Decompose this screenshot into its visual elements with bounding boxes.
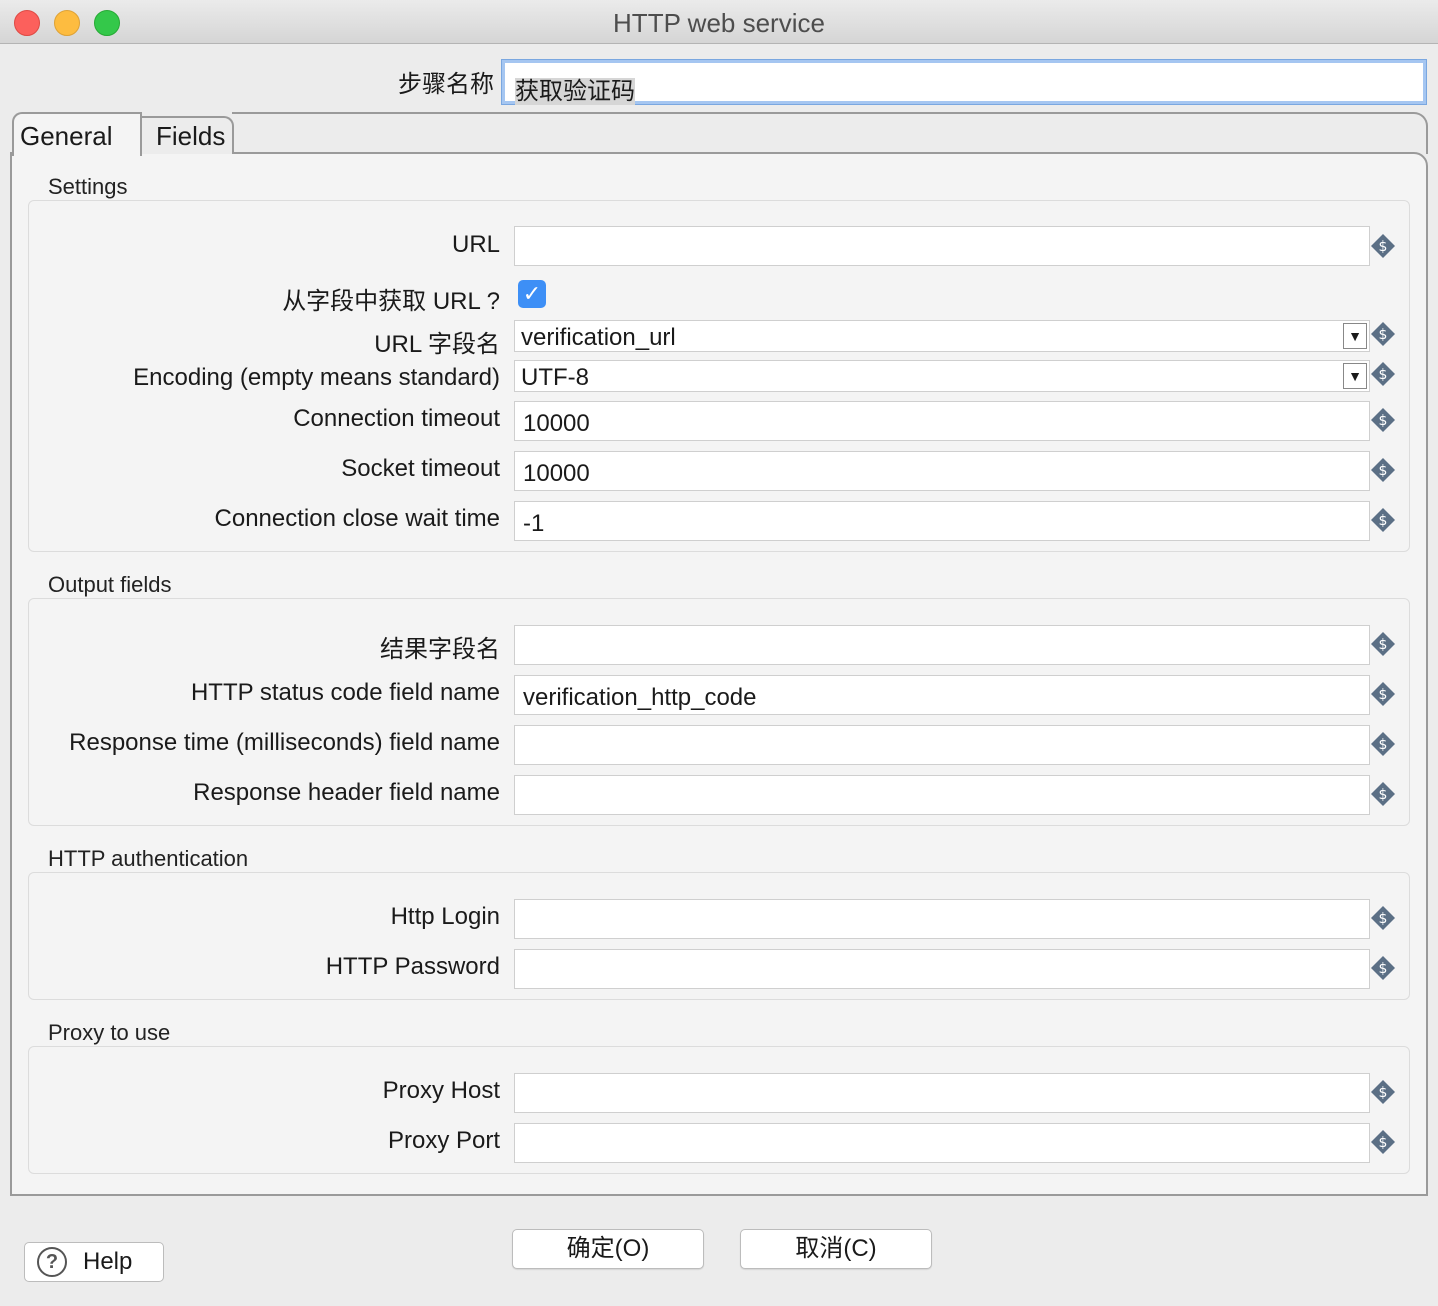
tab-general[interactable]: General xyxy=(12,112,142,156)
url-field-combo[interactable]: verification_url ▼ xyxy=(514,320,1370,352)
variable-icon[interactable]: $ xyxy=(1370,631,1396,657)
ok-button[interactable]: 确定(O) xyxy=(512,1229,704,1269)
url-label: URL xyxy=(451,231,500,258)
settings-group-title: Settings xyxy=(48,174,128,199)
window-title: HTTP web service xyxy=(613,8,825,38)
help-button-label: Help xyxy=(83,1248,133,1275)
variable-icon[interactable]: $ xyxy=(1370,1129,1396,1155)
variable-icon[interactable]: $ xyxy=(1370,681,1396,707)
variable-icon[interactable]: $ xyxy=(1370,1079,1396,1105)
url-input[interactable] xyxy=(514,226,1370,266)
svg-text:$: $ xyxy=(1379,367,1388,383)
result-field-input[interactable] xyxy=(514,625,1370,665)
variable-icon[interactable]: $ xyxy=(1370,905,1396,931)
variable-icon[interactable]: $ xyxy=(1370,233,1396,259)
dropdown-arrow-icon[interactable]: ▼ xyxy=(1343,363,1367,389)
close-wait-input[interactable]: -1 xyxy=(514,501,1370,541)
variable-icon[interactable]: $ xyxy=(1370,457,1396,483)
proxy-host-label: Proxy Host xyxy=(382,1077,500,1104)
http-login-label: Http Login xyxy=(390,903,500,930)
connection-timeout-label: Connection timeout xyxy=(293,405,500,432)
http-password-input[interactable] xyxy=(514,949,1370,989)
close-wait-label: Connection close wait time xyxy=(214,505,500,532)
svg-text:$: $ xyxy=(1379,911,1388,927)
step-name-input[interactable]: 获取验证码 xyxy=(502,60,1426,105)
variable-icon[interactable]: $ xyxy=(1370,781,1396,807)
response-time-label: Response time (milliseconds) field name xyxy=(69,729,500,756)
url-from-field-label: 从字段中获取 URL ? xyxy=(282,288,500,315)
http-login-input[interactable] xyxy=(514,899,1370,939)
svg-text:$: $ xyxy=(1379,687,1388,703)
svg-text:$: $ xyxy=(1379,1085,1388,1101)
url-from-field-checkbox[interactable]: ✓ xyxy=(518,280,546,308)
svg-text:$: $ xyxy=(1379,787,1388,803)
step-name-label: 步骤名称 xyxy=(398,71,494,98)
status-code-input[interactable]: verification_http_code xyxy=(514,675,1370,715)
proxy-port-label: Proxy Port xyxy=(387,1127,500,1154)
dropdown-arrow-icon[interactable]: ▼ xyxy=(1343,323,1367,349)
proxy-port-input[interactable] xyxy=(514,1123,1370,1163)
svg-text:$: $ xyxy=(1379,513,1388,529)
encoding-value: UTF-8 xyxy=(521,364,589,391)
title-bar[interactable]: HTTP web service xyxy=(0,0,1438,44)
variable-icon[interactable]: $ xyxy=(1370,955,1396,981)
variable-icon[interactable]: $ xyxy=(1370,361,1396,387)
url-field-label: URL 字段名 xyxy=(374,331,500,358)
tab-fields[interactable]: Fields xyxy=(128,116,234,154)
tab-strip-border xyxy=(232,112,1428,154)
variable-icon[interactable]: $ xyxy=(1370,407,1396,433)
proxy-host-input[interactable] xyxy=(514,1073,1370,1113)
question-circle-icon: ? xyxy=(37,1247,67,1277)
encoding-combo[interactable]: UTF-8 ▼ xyxy=(514,360,1370,392)
response-header-input[interactable] xyxy=(514,775,1370,815)
response-time-input[interactable] xyxy=(514,725,1370,765)
step-name-value: 获取验证码 xyxy=(515,78,635,105)
connection-timeout-input[interactable]: 10000 xyxy=(514,401,1370,441)
svg-text:$: $ xyxy=(1379,413,1388,429)
svg-text:$: $ xyxy=(1379,1135,1388,1151)
cancel-button[interactable]: 取消(C) xyxy=(740,1229,932,1269)
encoding-label: Encoding (empty means standard) xyxy=(133,364,500,391)
variable-icon[interactable]: $ xyxy=(1370,507,1396,533)
url-field-value: verification_url xyxy=(521,324,676,351)
svg-text:$: $ xyxy=(1379,327,1388,343)
help-button[interactable]: ? Help xyxy=(24,1242,164,1282)
http-password-label: HTTP Password xyxy=(325,953,500,980)
checkmark-icon: ✓ xyxy=(522,281,542,306)
svg-text:$: $ xyxy=(1379,239,1388,255)
svg-text:$: $ xyxy=(1379,637,1388,653)
auth-group-title: HTTP authentication xyxy=(48,846,249,871)
response-header-label: Response header field name xyxy=(193,779,500,806)
variable-icon[interactable]: $ xyxy=(1370,321,1396,347)
svg-text:$: $ xyxy=(1379,737,1388,753)
proxy-group-title: Proxy to use xyxy=(48,1020,171,1045)
svg-text:$: $ xyxy=(1379,961,1388,977)
socket-timeout-label: Socket timeout xyxy=(341,455,500,482)
output-group-title: Output fields xyxy=(48,572,172,597)
svg-text:$: $ xyxy=(1379,463,1388,479)
variable-icon[interactable]: $ xyxy=(1370,731,1396,757)
status-code-label: HTTP status code field name xyxy=(190,679,500,706)
result-field-label: 结果字段名 xyxy=(380,636,500,663)
socket-timeout-input[interactable]: 10000 xyxy=(514,451,1370,491)
dialog-window: HTTP web service 步骤名称 获取验证码 General Fiel… xyxy=(0,0,1438,1306)
